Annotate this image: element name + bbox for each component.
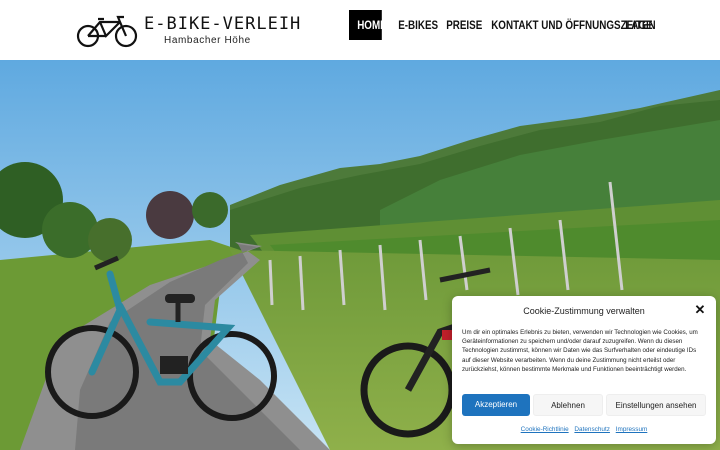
bicycle-icon — [76, 15, 138, 48]
nav-item-home[interactable]: HOME — [349, 10, 387, 40]
imprint-link[interactable]: Impressum — [616, 426, 648, 433]
site-header: E-BIKE-VERLEIH Hambacher Höhe HOME E-BIK… — [0, 0, 720, 60]
settings-button[interactable]: Einstellungen ansehen — [606, 394, 706, 416]
accept-button[interactable]: Akzeptieren — [462, 394, 530, 416]
cookie-consent-dialog: Cookie-Zustimmung verwalten ✕ Um dir ein… — [452, 296, 716, 444]
site-title: E-BIKE-VERLEIH — [144, 14, 302, 34]
site-logo[interactable]: E-BIKE-VERLEIH Hambacher Höhe — [76, 12, 300, 50]
nav-item-e-bikes[interactable]: E-BIKES — [390, 10, 438, 40]
cookie-links: Cookie-Richtlinie Datenschutz Impressum — [452, 426, 716, 433]
main-nav: HOME E-BIKES PREISE KONTAKT UND ÖFFNUNGS… — [349, 10, 657, 40]
nav-item-kontakt[interactable]: KONTAKT UND ÖFFNUNGSZEITEN — [483, 10, 655, 40]
deny-button[interactable]: Ablehnen — [533, 394, 603, 416]
site-subtitle: Hambacher Höhe — [164, 35, 251, 46]
close-icon[interactable]: ✕ — [694, 303, 706, 316]
cookie-policy-link[interactable]: Cookie-Richtlinie — [521, 426, 569, 433]
nav-item-preise[interactable]: PREISE — [438, 10, 482, 40]
cookie-description: Um dir ein optimales Erlebnis zu bieten,… — [462, 329, 698, 373]
nav-item-lage[interactable]: LAGE — [617, 10, 652, 40]
cookie-title: Cookie-Zustimmung verwalten — [523, 306, 645, 316]
privacy-link[interactable]: Datenschutz — [574, 426, 610, 433]
